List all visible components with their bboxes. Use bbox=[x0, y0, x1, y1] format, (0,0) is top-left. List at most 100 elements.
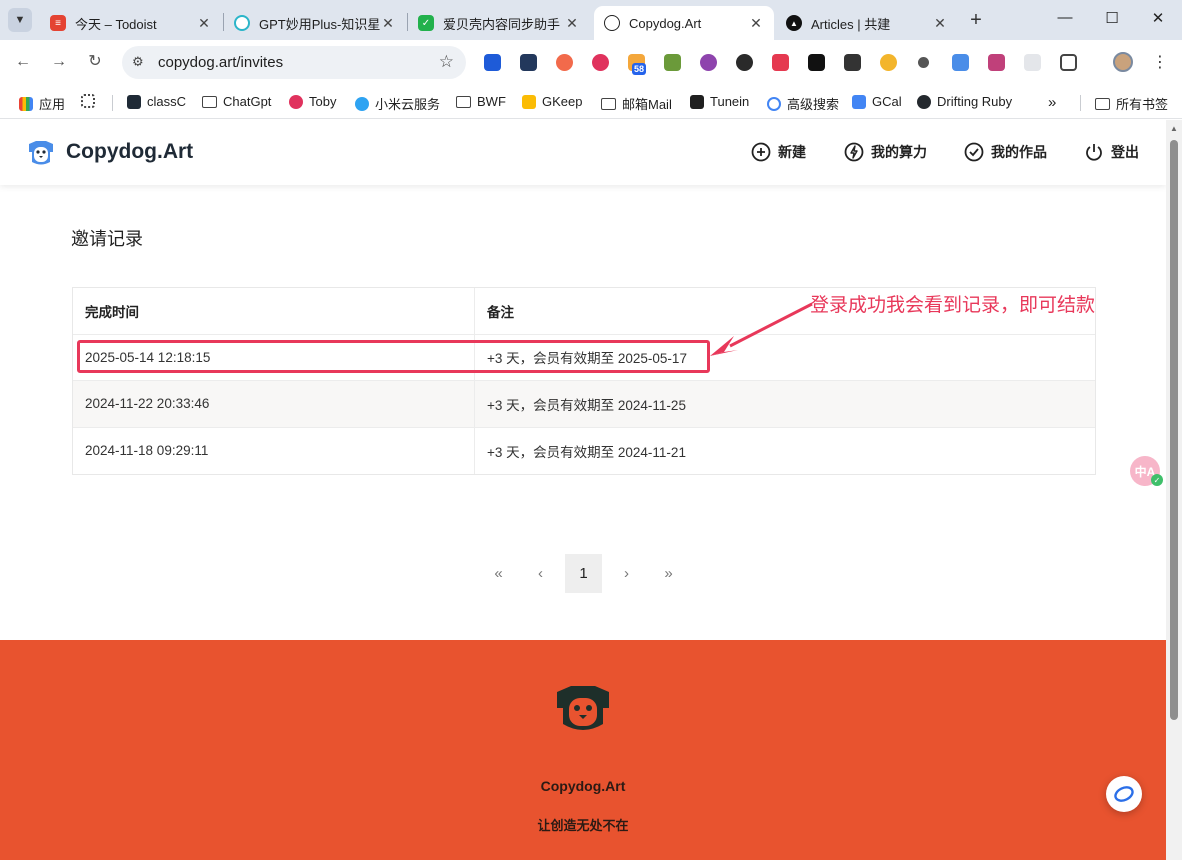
chat-ring-icon bbox=[1114, 786, 1134, 802]
extension-icon[interactable] bbox=[700, 54, 717, 71]
bookmark-mail[interactable]: 邮箱Mail bbox=[601, 94, 672, 113]
minimize-icon[interactable]: — bbox=[1055, 9, 1075, 26]
footer-brand: Copydog.Art bbox=[540, 778, 626, 794]
arrow-right-icon[interactable]: → bbox=[48, 51, 70, 73]
extension-icon[interactable] bbox=[880, 54, 897, 71]
browser-toolbar: ← → ↻ ⚙ copydog.art/invites ☆ 58 ⋮ bbox=[0, 40, 1182, 85]
site-header: Copydog.Art 新建 我的算力 我的作品 登出 bbox=[0, 120, 1166, 185]
table-cell: +3 天，会员有效期至 2024-11-25 bbox=[487, 397, 686, 413]
table-row: 2024-11-18 09:29:11 +3 天，会员有效期至 2024-11-… bbox=[73, 427, 1095, 474]
url-icon[interactable] bbox=[844, 54, 861, 71]
nav-new[interactable]: 新建 bbox=[751, 142, 806, 162]
keep-icon bbox=[522, 94, 536, 109]
extension-icon[interactable] bbox=[556, 54, 573, 71]
page-button-1[interactable]: 1 bbox=[565, 554, 602, 593]
url-text[interactable]: copydog.art/invites bbox=[158, 54, 283, 71]
column-header: 完成时间 bbox=[73, 288, 475, 334]
scroll-up-icon[interactable]: ▲ bbox=[1170, 124, 1178, 133]
extension-icon[interactable] bbox=[664, 54, 681, 71]
bookmark-tunein[interactable]: Tunein bbox=[690, 94, 749, 109]
close-icon[interactable]: ✕ bbox=[748, 15, 764, 32]
close-icon[interactable]: ✕ bbox=[564, 15, 580, 32]
tab-todoist[interactable]: ≡ 今天 – Todoist ✕ bbox=[40, 6, 222, 40]
address-bar[interactable]: ⚙ copydog.art/invites ☆ bbox=[122, 46, 466, 79]
cloud-icon bbox=[355, 96, 369, 111]
bookmark-gkeep[interactable]: GKeep bbox=[522, 94, 582, 109]
site-settings-icon[interactable]: ⚙ bbox=[132, 54, 144, 70]
grid-icon[interactable] bbox=[81, 94, 101, 108]
tab-copydog[interactable]: Copydog.Art ✕ bbox=[594, 6, 774, 40]
calendar-icon bbox=[852, 94, 866, 109]
next-page-button[interactable]: › bbox=[608, 554, 645, 593]
table-cell: 2024-11-22 20:33:46 bbox=[73, 381, 475, 427]
highlight-box bbox=[77, 340, 710, 373]
extension-icon[interactable] bbox=[736, 54, 753, 71]
nav-compute[interactable]: 我的算力 bbox=[844, 142, 927, 162]
bookmark-xiaomi[interactable]: 小米云服务 bbox=[355, 94, 440, 113]
todoist-icon: ≡ bbox=[50, 15, 66, 31]
first-page-button[interactable]: « bbox=[480, 554, 517, 593]
prev-page-button[interactable]: ‹ bbox=[522, 554, 559, 593]
close-icon[interactable]: ✕ bbox=[196, 15, 212, 32]
extension-icon[interactable] bbox=[772, 54, 789, 71]
extension-icon[interactable] bbox=[592, 54, 609, 71]
extension-icon[interactable] bbox=[1024, 54, 1041, 71]
folder-icon bbox=[456, 95, 471, 108]
nav-logout[interactable]: 登出 bbox=[1084, 142, 1139, 162]
reload-icon[interactable]: ↻ bbox=[84, 51, 106, 73]
extension-icon[interactable] bbox=[918, 57, 929, 68]
toby-icon bbox=[289, 94, 303, 109]
bookmark-toby[interactable]: Toby bbox=[289, 94, 336, 109]
tab-strip: ▼ ≡ 今天 – Todoist ✕ GPT妙用Plus-知识星 ✕ ✓ 爱贝壳… bbox=[0, 0, 1182, 40]
brand-name[interactable]: Copydog.Art bbox=[66, 140, 193, 164]
apps-icon bbox=[19, 96, 33, 111]
annotation-text: 登录成功我会看到记录，即可结款 bbox=[810, 295, 1096, 316]
bookmark-apps[interactable]: 应用 bbox=[19, 94, 65, 113]
scrollbar[interactable]: ▲ bbox=[1166, 120, 1182, 860]
nav-works[interactable]: 我的作品 bbox=[964, 142, 1047, 162]
close-icon[interactable]: ✕ bbox=[932, 15, 948, 32]
chat-icon[interactable] bbox=[1106, 776, 1142, 812]
bookmark-bwf[interactable]: BWF bbox=[456, 94, 506, 109]
google-icon bbox=[767, 96, 781, 111]
panda-icon bbox=[604, 15, 620, 31]
more-icon[interactable]: ⋮ bbox=[1152, 52, 1168, 72]
folder-icon bbox=[1095, 97, 1110, 110]
chevron-down-icon[interactable]: ▼ bbox=[8, 8, 32, 32]
bookmark-gcal[interactable]: GCal bbox=[852, 94, 902, 109]
dog-logo-icon[interactable] bbox=[26, 138, 56, 168]
extension-icon[interactable] bbox=[952, 54, 969, 71]
avatar[interactable] bbox=[1113, 52, 1133, 72]
chevron-right-double-icon[interactable]: » bbox=[1048, 94, 1056, 111]
maximize-icon[interactable]: ☐ bbox=[1102, 9, 1122, 27]
last-page-button[interactable]: » bbox=[650, 554, 687, 593]
extension-icon[interactable] bbox=[808, 54, 825, 71]
star-icon[interactable]: ☆ bbox=[439, 52, 454, 72]
classc-icon bbox=[127, 94, 141, 109]
tab-articles[interactable]: ▲ Articles | 共建 ✕ bbox=[776, 6, 958, 40]
arrow-left-icon[interactable]: ← bbox=[12, 51, 34, 73]
bookmark-chatgpt[interactable]: ChatGpt bbox=[202, 94, 271, 109]
bookmark-classc[interactable]: classC bbox=[127, 94, 186, 109]
puzzle-icon[interactable] bbox=[1060, 54, 1077, 71]
folder-icon bbox=[202, 95, 217, 108]
tab-gpt-plus[interactable]: GPT妙用Plus-知识星 ✕ bbox=[224, 6, 406, 40]
extension-icon[interactable] bbox=[988, 54, 1005, 71]
page-content: Copydog.Art 新建 我的算力 我的作品 登出 邀请记录 完成时间 备注… bbox=[0, 120, 1166, 860]
bookmark-drifting-ruby[interactable]: Drifting Ruby bbox=[917, 94, 1012, 109]
tab-aibeike[interactable]: ✓ 爱贝壳内容同步助手 ✕ bbox=[408, 6, 590, 40]
bolt-icon bbox=[844, 142, 864, 162]
close-window-icon[interactable]: ✕ bbox=[1148, 9, 1168, 27]
plus-icon[interactable]: + bbox=[966, 10, 986, 30]
extension-icon[interactable] bbox=[484, 54, 501, 71]
extension-icon[interactable] bbox=[520, 54, 537, 71]
check-circle-icon bbox=[964, 142, 984, 162]
triangle-icon: ▲ bbox=[786, 15, 802, 31]
annotation-arrow bbox=[710, 302, 813, 356]
bookmark-search[interactable]: 高级搜索 bbox=[767, 94, 839, 113]
scroll-thumb[interactable] bbox=[1170, 140, 1178, 720]
loading-icon bbox=[234, 15, 250, 31]
close-icon[interactable]: ✕ bbox=[380, 15, 396, 32]
extension-badge: 58 bbox=[632, 63, 647, 75]
bookmark-all[interactable]: 所有书签 bbox=[1095, 94, 1168, 113]
